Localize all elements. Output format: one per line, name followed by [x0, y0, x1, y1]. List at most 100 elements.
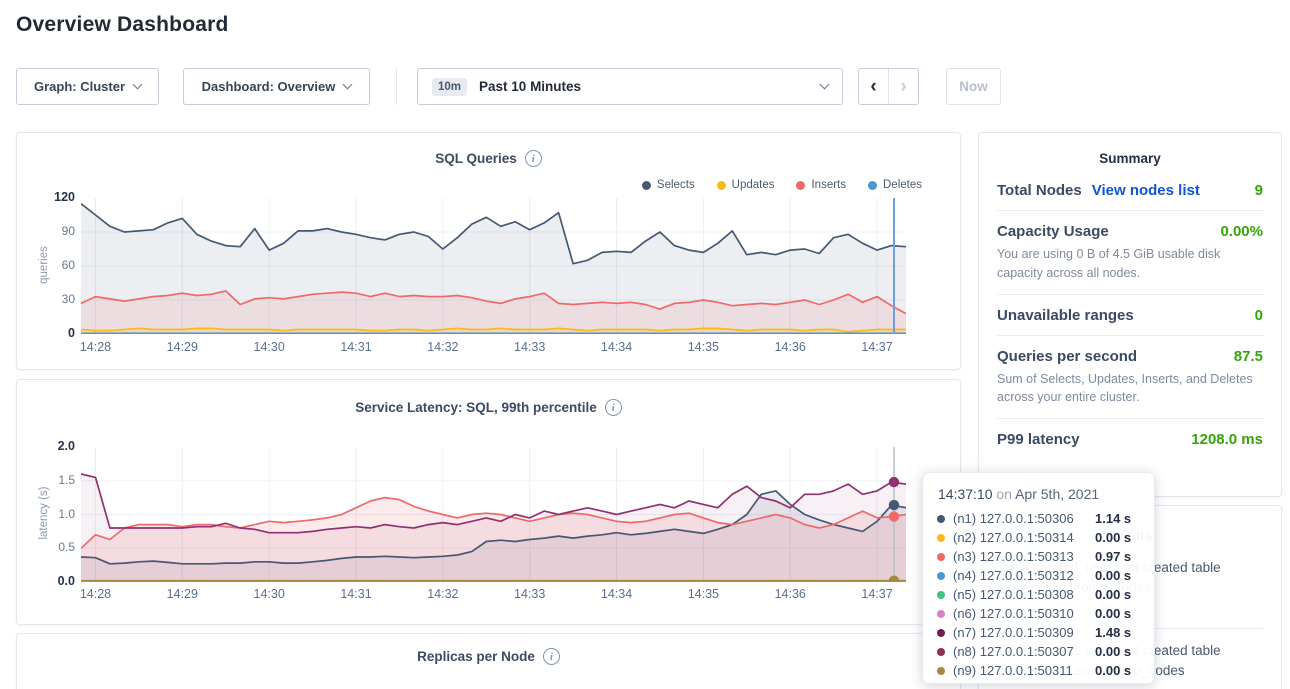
- legend-item-updates[interactable]: Updates: [717, 179, 775, 191]
- node-color-dot: [937, 629, 945, 637]
- node-latency-value: 0.97 s: [1095, 549, 1131, 564]
- node-latency-value: 1.14 s: [1095, 511, 1131, 526]
- x-axis-tick: 14:37: [853, 340, 901, 354]
- chevron-down-icon: [343, 80, 353, 90]
- legend-dot: [868, 181, 877, 190]
- legend-dot: [642, 181, 651, 190]
- y-axis-tick: 0: [25, 326, 75, 340]
- summary-row: P99 latency1208.0 ms: [997, 419, 1263, 459]
- node-latency-value: 0.00 s: [1095, 644, 1131, 659]
- summary-value: 0: [1255, 307, 1263, 324]
- tooltip-node-row: (n3) 127.0.0.1:503130.97 s: [937, 547, 1140, 566]
- chart-legend: Selects Updates Inserts Deletes: [642, 179, 922, 191]
- node-latency-value: 0.00 s: [1095, 568, 1131, 583]
- node-color-dot: [937, 667, 945, 675]
- info-icon[interactable]: i: [605, 399, 622, 416]
- node-address: (n8) 127.0.0.1:50307: [953, 644, 1095, 659]
- legend-item-inserts[interactable]: Inserts: [796, 179, 846, 191]
- node-latency-value: 0.00 s: [1095, 606, 1131, 621]
- sql-queries-title: SQL Queries: [435, 151, 517, 166]
- legend-label: Updates: [732, 179, 775, 191]
- x-axis-tick: 14:31: [332, 340, 380, 354]
- legend-item-selects[interactable]: Selects: [642, 179, 695, 191]
- time-nav-group: ‹ ›: [858, 68, 919, 105]
- chart-title-row: SQL Queries i: [17, 150, 960, 167]
- y-axis-tick: 0.5: [25, 540, 75, 554]
- x-axis-tick: 14:29: [158, 340, 206, 354]
- node-address: (n4) 127.0.0.1:50312: [953, 568, 1095, 583]
- graph-dropdown-label: Graph: Cluster: [34, 79, 125, 94]
- node-color-dot: [937, 648, 945, 656]
- graph-dropdown[interactable]: Graph: Cluster: [16, 68, 159, 105]
- x-axis-tick: 14:36: [766, 587, 814, 601]
- x-axis-tick: 14:30: [245, 587, 293, 601]
- summary-row: Unavailable ranges0: [997, 295, 1263, 336]
- x-axis-tick: 14:32: [419, 340, 467, 354]
- node-address: (n7) 127.0.0.1:50309: [953, 625, 1095, 640]
- tooltip-timestamp: 14:37:10 on Apr 5th, 2021: [937, 486, 1140, 502]
- node-color-dot: [937, 591, 945, 599]
- x-axis-tick: 14:35: [679, 587, 727, 601]
- node-address: (n3) 127.0.0.1:50313: [953, 549, 1095, 564]
- y-axis-tick: 0.0: [25, 574, 75, 588]
- legend-item-deletes[interactable]: Deletes: [868, 179, 922, 191]
- info-icon[interactable]: i: [543, 648, 560, 665]
- dashboard-dropdown-label: Dashboard: Overview: [202, 79, 336, 94]
- tooltip-node-row: (n5) 127.0.0.1:503080.00 s: [937, 585, 1140, 604]
- sql-chart-plot[interactable]: [81, 198, 906, 334]
- summary-row: Total NodesView nodes list9: [997, 170, 1263, 211]
- time-prev-button[interactable]: ‹: [859, 69, 889, 104]
- now-button[interactable]: Now: [946, 68, 1001, 105]
- legend-dot: [796, 181, 805, 190]
- x-axis-tick: 14:29: [158, 587, 206, 601]
- summary-value: 87.5: [1234, 348, 1263, 365]
- legend-label: Deletes: [883, 179, 922, 191]
- x-axis-tick: 14:36: [766, 340, 814, 354]
- tooltip-node-row: (n4) 127.0.0.1:503120.00 s: [937, 566, 1140, 585]
- x-axis-tick: 14:37: [853, 587, 901, 601]
- summary-label: Total Nodes: [997, 182, 1082, 199]
- node-address: (n1) 127.0.0.1:50306: [953, 511, 1095, 526]
- node-address: (n6) 127.0.0.1:50310: [953, 606, 1095, 621]
- x-axis-tick: 14:33: [506, 587, 554, 601]
- x-axis-tick: 14:30: [245, 340, 293, 354]
- tooltip-node-row: (n7) 127.0.0.1:503091.48 s: [937, 623, 1140, 642]
- x-axis-tick: 14:31: [332, 587, 380, 601]
- summary-row: Queries per second87.5Sum of Selects, Up…: [997, 336, 1263, 420]
- legend-dot: [717, 181, 726, 190]
- latency-chart-plot[interactable]: [81, 447, 906, 582]
- dashboard-dropdown[interactable]: Dashboard: Overview: [183, 68, 370, 105]
- x-axis-tick: 14:35: [679, 340, 727, 354]
- time-next-button[interactable]: ›: [889, 69, 918, 104]
- node-color-dot: [937, 515, 945, 523]
- y-axis-tick: 120: [25, 190, 75, 204]
- summary-description: You are using 0 B of 4.5 GiB usable disk…: [997, 245, 1263, 283]
- x-axis-tick: 14:32: [419, 587, 467, 601]
- service-latency-title: Service Latency: SQL, 99th percentile: [355, 400, 597, 415]
- legend-label: Selects: [657, 179, 695, 191]
- latency-chart-svg: [81, 447, 906, 582]
- node-latency-value: 0.00 s: [1095, 587, 1131, 602]
- time-range-badge: 10m: [432, 78, 467, 96]
- node-color-dot: [937, 534, 945, 542]
- legend-label: Inserts: [811, 179, 846, 191]
- summary-label: Capacity Usage: [997, 223, 1109, 240]
- service-latency-panel: Service Latency: SQL, 99th percentile i …: [16, 379, 961, 625]
- toolbar-divider: [396, 68, 397, 105]
- y-axis-tick: 2.0: [25, 439, 75, 453]
- replicas-per-node-panel: Replicas per Node i: [16, 633, 961, 689]
- node-latency-value: 0.00 s: [1095, 530, 1131, 545]
- chart-hover-tooltip: 14:37:10 on Apr 5th, 2021 (n1) 127.0.0.1…: [922, 472, 1155, 684]
- summary-value: 0.00%: [1220, 223, 1263, 240]
- info-icon[interactable]: i: [525, 150, 542, 167]
- view-nodes-list-link[interactable]: View nodes list: [1092, 182, 1200, 199]
- node-latency-value: 0.00 s: [1095, 663, 1131, 678]
- node-color-dot: [937, 572, 945, 580]
- x-axis-tick: 14:28: [71, 340, 119, 354]
- summary-title: Summary: [979, 133, 1281, 170]
- node-address: (n5) 127.0.0.1:50308: [953, 587, 1095, 602]
- time-range-dropdown[interactable]: 10m Past 10 Minutes: [417, 68, 843, 105]
- y-axis-tick: 60: [25, 258, 75, 272]
- time-range-label: Past 10 Minutes: [479, 79, 581, 94]
- y-axis-tick: 1.0: [25, 507, 75, 521]
